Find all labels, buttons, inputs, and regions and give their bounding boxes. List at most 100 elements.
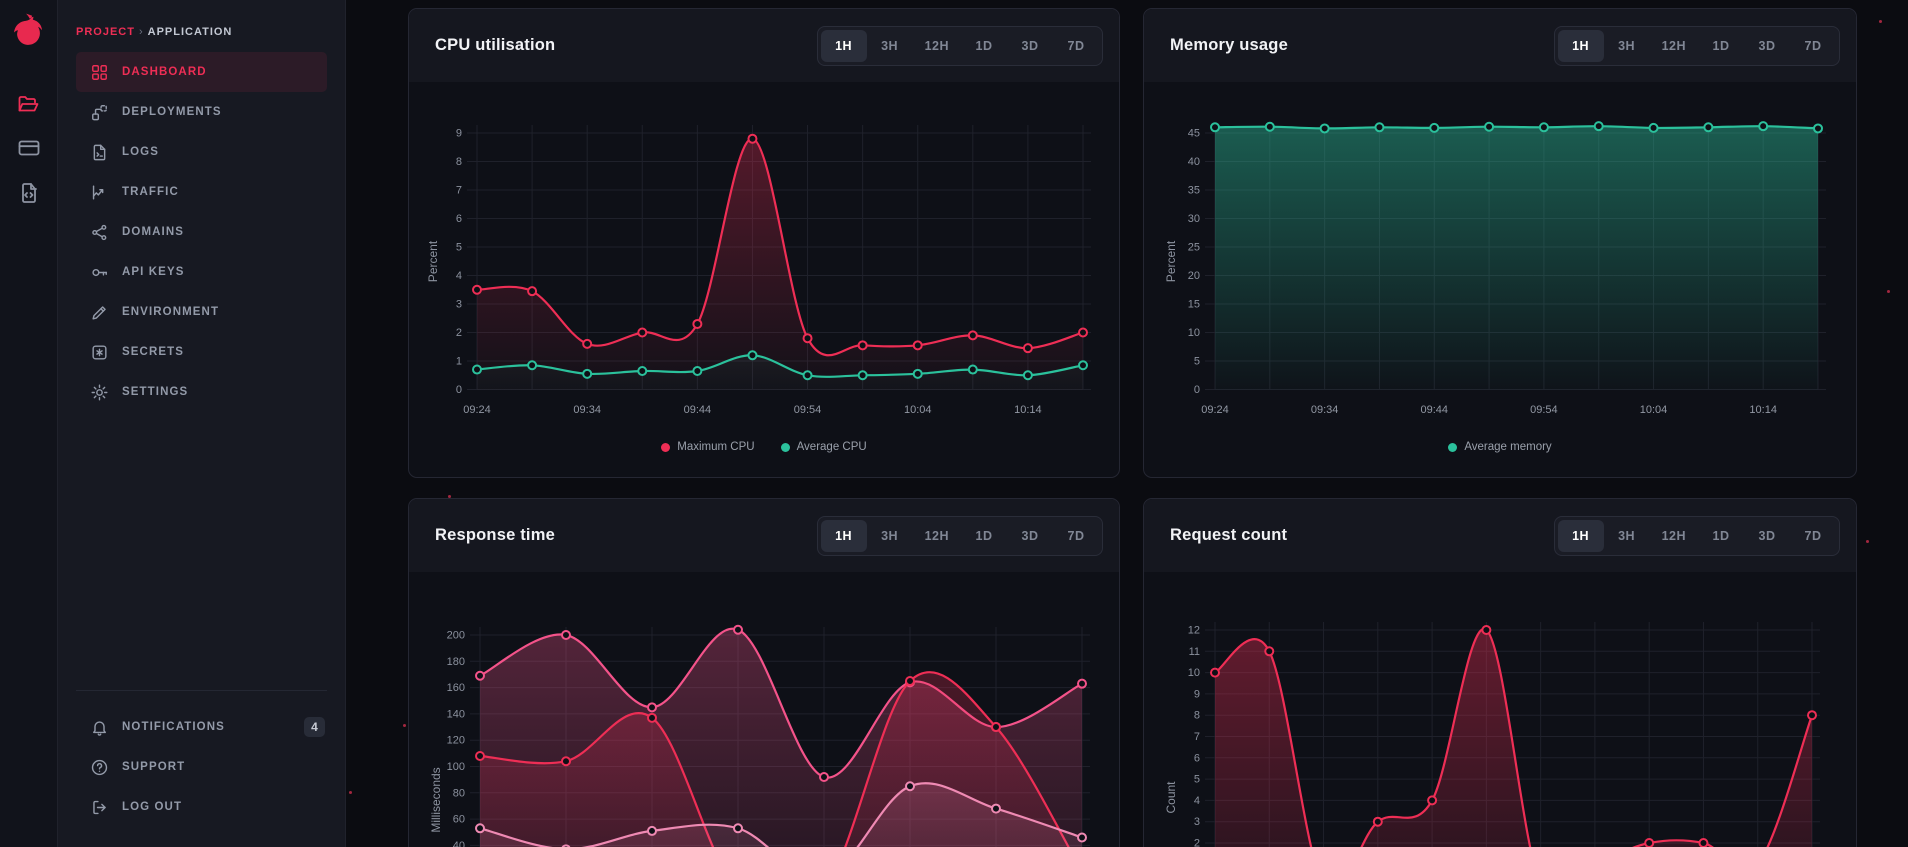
- svg-text:09:24: 09:24: [1201, 404, 1229, 416]
- memory-chart: 454035302520151050Percent09:2409:3409:44…: [1144, 9, 1856, 477]
- sidebar-divider: [76, 690, 327, 691]
- svg-text:10:04: 10:04: [904, 404, 932, 416]
- help-circle-icon: [90, 758, 109, 777]
- svg-text:Percent: Percent: [426, 240, 440, 282]
- sidebar-footer-nav: NOTIFICATIONS 4 SUPPORT LOG OUT: [76, 707, 327, 827]
- svg-text:180: 180: [447, 656, 465, 668]
- deployments-icon: [90, 103, 109, 122]
- legend-label: Average memory: [1464, 441, 1551, 453]
- svg-text:10: 10: [1188, 667, 1200, 679]
- sidebar-item-log-out[interactable]: LOG OUT: [76, 787, 327, 827]
- svg-text:Milliseconds: Milliseconds: [429, 767, 443, 832]
- breadcrumb-project[interactable]: PROJECT: [76, 26, 135, 38]
- credit-card-icon[interactable]: [17, 136, 41, 160]
- svg-text:100: 100: [447, 761, 465, 773]
- sidebar-item-label: DASHBOARD: [122, 66, 207, 78]
- nest-logo: [11, 13, 47, 49]
- svg-text:09:34: 09:34: [573, 404, 601, 416]
- sidebar-nav: DASHBOARD DEPLOYMENTS LOGS TRAFFIC DOMAINS AP…: [76, 52, 327, 412]
- svg-text:40: 40: [453, 840, 465, 847]
- svg-text:Percent: Percent: [1164, 240, 1178, 282]
- svg-text:15: 15: [1188, 299, 1200, 311]
- svg-text:80: 80: [453, 787, 465, 799]
- svg-text:10:14: 10:14: [1014, 404, 1042, 416]
- svg-text:60: 60: [453, 814, 465, 826]
- log-out-icon: [90, 798, 109, 817]
- sidebar-item-notifications[interactable]: NOTIFICATIONS 4: [76, 707, 327, 747]
- svg-text:11: 11: [1189, 646, 1200, 658]
- svg-text:25: 25: [1188, 242, 1200, 254]
- svg-text:5: 5: [456, 242, 462, 254]
- panel-request-count: 12111098765432Count Request count 1H3H12…: [1143, 498, 1857, 847]
- sidebar-item-label: SETTINGS: [122, 386, 188, 398]
- sidebar-item-label: SECRETS: [122, 346, 184, 358]
- bell-icon: [90, 718, 109, 737]
- legend-dot: [1448, 443, 1457, 452]
- sidebar-item-domains[interactable]: DOMAINS: [76, 212, 327, 252]
- main-content: 9876543210Percent09:2409:3409:4409:5410:…: [346, 0, 1908, 847]
- sidebar-item-api-keys[interactable]: API KEYS: [76, 252, 327, 292]
- sidebar-item-label: SUPPORT: [122, 761, 185, 773]
- svg-text:09:44: 09:44: [684, 404, 712, 416]
- spark-dot: [1866, 540, 1869, 543]
- svg-text:09:54: 09:54: [794, 404, 822, 416]
- sidebar-item-label: API KEYS: [122, 266, 184, 278]
- spark-dot: [1887, 290, 1890, 293]
- svg-text:3: 3: [1194, 816, 1200, 828]
- svg-text:1: 1: [456, 356, 462, 368]
- svg-text:10:14: 10:14: [1749, 404, 1777, 416]
- svg-text:20: 20: [1188, 270, 1200, 282]
- sidebar-item-settings[interactable]: SETTINGS: [76, 372, 327, 412]
- dashboard-icon: [90, 63, 109, 82]
- legend-item[interactable]: Average memory: [1448, 441, 1551, 453]
- svg-text:4: 4: [1194, 795, 1200, 807]
- sidebar-item-traffic[interactable]: TRAFFIC: [76, 172, 327, 212]
- environment-icon: [90, 303, 109, 322]
- panel-cpu-utilisation: 9876543210Percent09:2409:3409:4409:5410:…: [408, 8, 1120, 478]
- svg-text:6: 6: [456, 213, 462, 225]
- svg-text:140: 140: [447, 708, 465, 720]
- spark-dot: [448, 495, 451, 498]
- breadcrumb: PROJECT›APPLICATION: [76, 26, 232, 38]
- svg-text:2: 2: [1194, 838, 1200, 847]
- legend-label: Average CPU: [797, 441, 867, 453]
- sidebar-item-dashboard[interactable]: DASHBOARD: [76, 52, 327, 92]
- folder-open-icon[interactable]: [17, 92, 41, 116]
- spark-dot: [349, 791, 352, 794]
- legend-dot: [781, 443, 790, 452]
- svg-text:9: 9: [456, 128, 462, 140]
- svg-text:4: 4: [456, 270, 462, 282]
- svg-text:9: 9: [1194, 688, 1200, 700]
- svg-text:Count: Count: [1164, 781, 1178, 814]
- sidebar-item-support[interactable]: SUPPORT: [76, 747, 327, 787]
- svg-text:09:34: 09:34: [1311, 404, 1339, 416]
- svg-text:12: 12: [1188, 625, 1200, 637]
- file-code-icon[interactable]: [17, 181, 41, 205]
- request-count-chart: 12111098765432Count: [1144, 499, 1856, 847]
- svg-text:7: 7: [456, 185, 462, 197]
- sidebar-item-label: DOMAINS: [122, 226, 184, 238]
- svg-text:5: 5: [1194, 774, 1200, 786]
- sidebar-item-logs[interactable]: LOGS: [76, 132, 327, 172]
- sidebar-item-environment[interactable]: ENVIRONMENT: [76, 292, 327, 332]
- spark-dot: [403, 724, 406, 727]
- svg-text:3: 3: [456, 299, 462, 311]
- sidebar-item-deployments[interactable]: DEPLOYMENTS: [76, 92, 327, 132]
- legend-item[interactable]: Maximum CPU: [661, 441, 754, 453]
- svg-text:0: 0: [456, 384, 462, 396]
- sidebar-item-secrets[interactable]: SECRETS: [76, 332, 327, 372]
- svg-text:09:44: 09:44: [1421, 404, 1449, 416]
- sidebar-item-label: LOGS: [122, 146, 159, 158]
- breadcrumb-application[interactable]: APPLICATION: [148, 26, 233, 38]
- svg-text:7: 7: [1194, 731, 1200, 743]
- svg-text:10: 10: [1188, 327, 1200, 339]
- logs-icon: [90, 143, 109, 162]
- sidebar-item-label: LOG OUT: [122, 801, 182, 813]
- legend-item[interactable]: Average CPU: [781, 441, 867, 453]
- icon-rail: [0, 0, 58, 847]
- svg-text:0: 0: [1194, 384, 1200, 396]
- notifications-badge: 4: [304, 717, 325, 737]
- sidebar-item-label: NOTIFICATIONS: [122, 721, 225, 733]
- svg-text:09:54: 09:54: [1530, 404, 1558, 416]
- svg-text:10:04: 10:04: [1640, 404, 1668, 416]
